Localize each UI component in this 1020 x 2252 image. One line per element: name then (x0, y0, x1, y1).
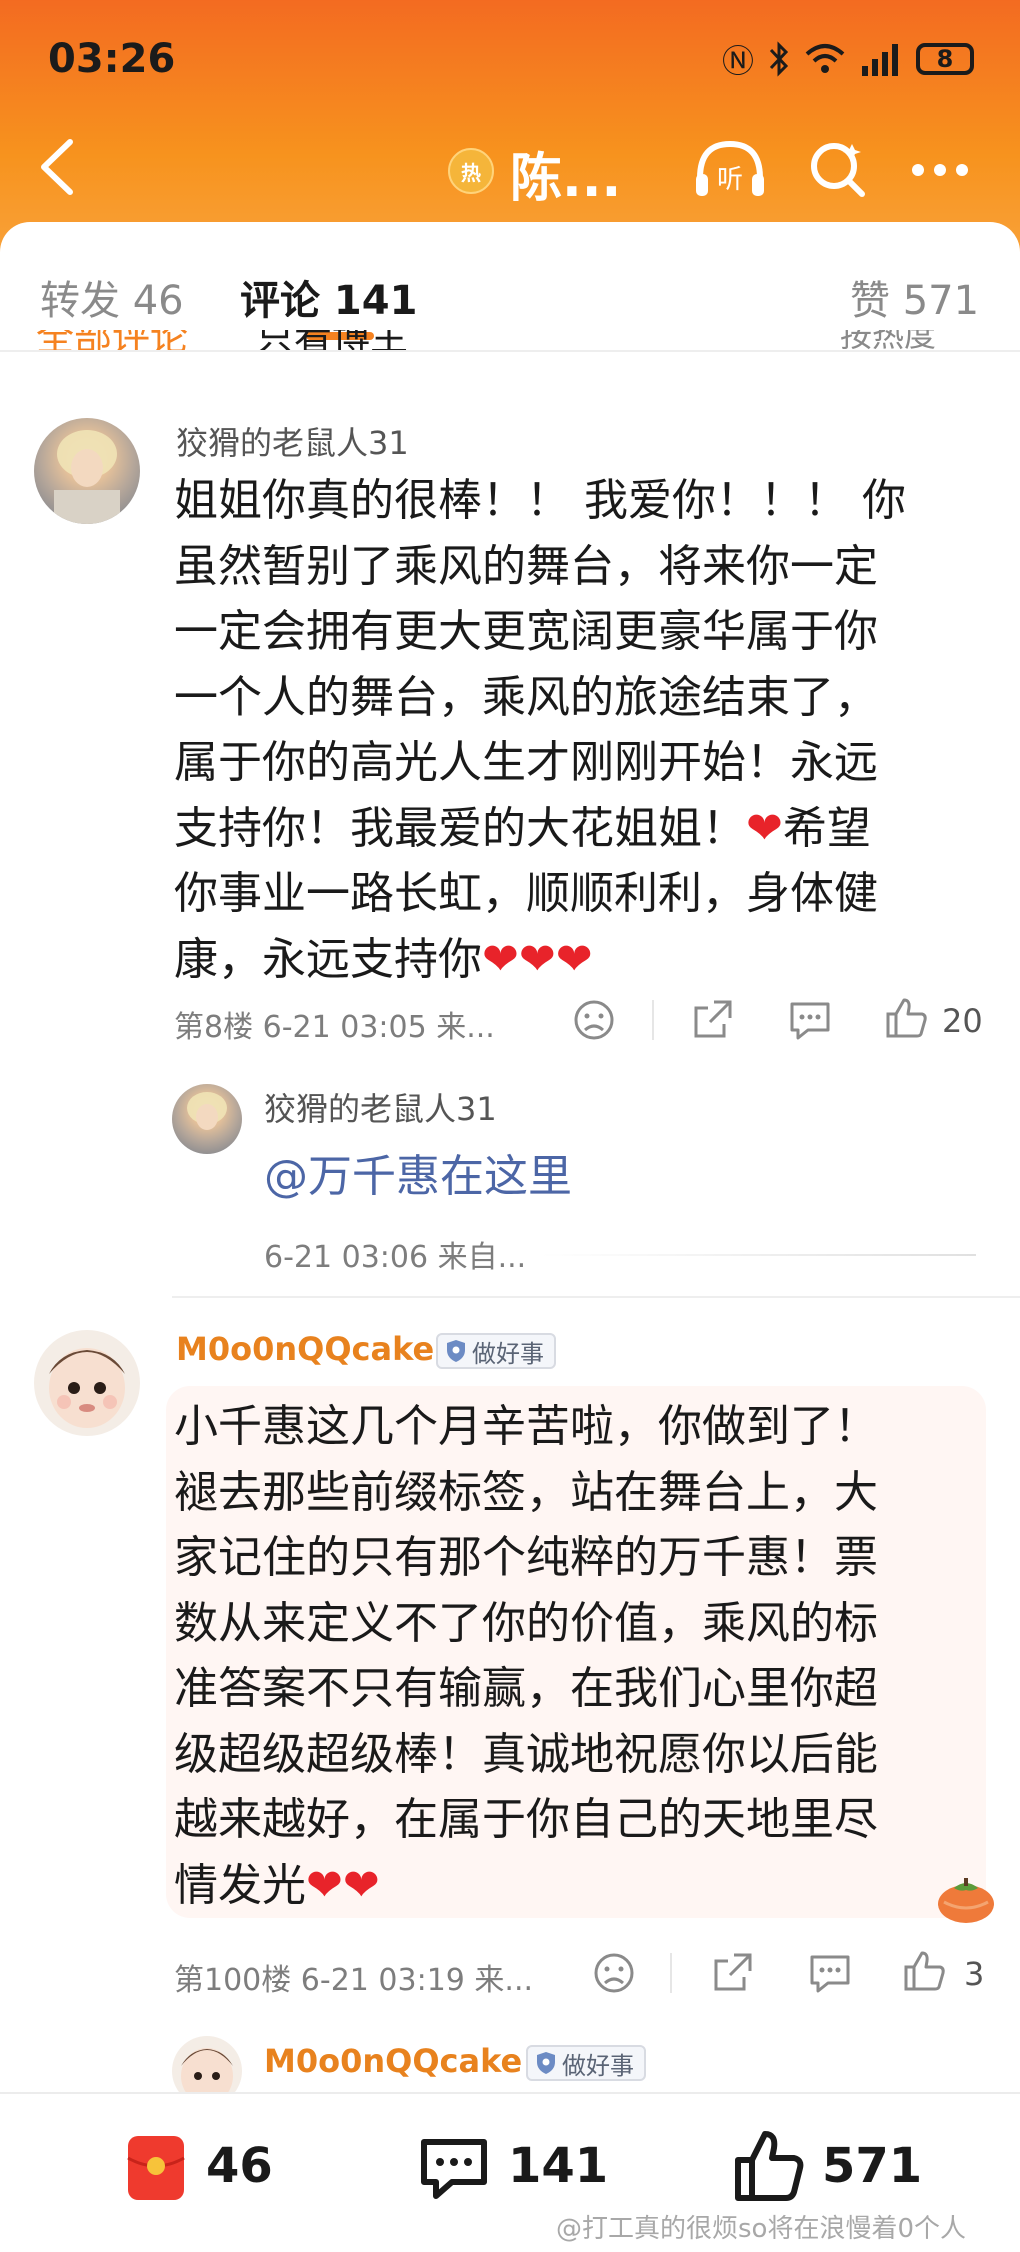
comment-username[interactable]: 狡猾的老鼠人31 (176, 418, 409, 464)
comment-text: 姐姐你真的很棒！！ 我爱你！！！ 你 虽然暂别了乘风的舞台，将来你一定 一定会拥… (174, 475, 906, 985)
tab-likes[interactable]: 赞 571 (850, 268, 979, 326)
status-bar: 03:26 Ⓝ 8 (0, 0, 1020, 110)
share-icon[interactable] (708, 1949, 756, 1997)
reply-meta: 6-21 03:06 来自... (264, 1240, 527, 1275)
tab-repost[interactable]: 转发 46 (40, 268, 184, 326)
avatar[interactable] (34, 1330, 140, 1436)
page-title[interactable]: 陈... (510, 136, 621, 211)
reply-avatar[interactable] (172, 1084, 242, 1154)
avatar[interactable] (34, 418, 140, 524)
comment-meta: 第8楼 6-21 03:05 来... (174, 1010, 495, 1045)
like-total-count[interactable]: 571 (822, 2138, 922, 2194)
shield-icon (447, 1340, 465, 1362)
bluetooth-icon (769, 41, 789, 77)
comment-text: 小千惠这几个月辛苦啦，你做到了！ 褪去那些前缀标签，站在舞台上，大 家记住的只有… (174, 1401, 878, 1911)
shield-icon (537, 2052, 555, 2074)
separator (670, 1953, 672, 1993)
back-arrow-icon[interactable] (30, 132, 84, 202)
like-icon[interactable] (900, 1947, 948, 1995)
like-count: 3 (964, 1955, 985, 1993)
status-time: 03:26 (48, 36, 176, 82)
wifi-icon (805, 44, 845, 73)
like-count: 20 (942, 1002, 983, 1040)
repost-count[interactable]: 46 (206, 2138, 273, 2194)
comment-username[interactable]: M0o0nQQcake (176, 1330, 434, 1368)
hot-badge-icon: 热 (448, 148, 494, 194)
divider (172, 1296, 1020, 1298)
comment-count[interactable]: 141 (508, 2138, 608, 2194)
comment-bubble-icon[interactable] (418, 2134, 490, 2204)
reply-fade-line (540, 1254, 976, 1256)
status-icons: Ⓝ 8 (722, 34, 974, 84)
thumbs-up-icon[interactable] (732, 2126, 806, 2206)
like-icon[interactable] (882, 994, 930, 1042)
reply-username[interactable]: 狡猾的老鼠人31 (264, 1084, 497, 1130)
search-icon[interactable] (806, 134, 870, 204)
good-deed-badge[interactable]: 做好事 (436, 1333, 556, 1369)
reply-username[interactable]: M0o0nQQcake (264, 2042, 522, 2080)
comment-icon[interactable] (786, 996, 834, 1044)
svg-text:听: 听 (717, 165, 743, 195)
filter-all-comments[interactable]: 全部评论 (36, 330, 188, 352)
signal-icon (862, 44, 898, 76)
badge-label: 做好事 (562, 2051, 634, 2080)
nav-bar: 热 陈... 听 (0, 118, 1020, 218)
tab-comments[interactable]: 评论 141 (240, 268, 417, 326)
separator (652, 1000, 654, 1040)
comment-filter-bar: 全部评论 只看博主 按热度 (0, 330, 1020, 352)
persimmon-sticker-icon (938, 1878, 994, 1923)
comment-icon[interactable] (806, 1949, 854, 1997)
nfc-icon: Ⓝ (721, 42, 754, 80)
listen-icon[interactable]: 听 (690, 134, 770, 204)
divider (0, 350, 1020, 352)
red-packet-repost-icon[interactable] (124, 2134, 188, 2202)
sort-by-hot[interactable]: 按热度 (840, 330, 936, 352)
dislike-face-icon[interactable] (590, 1949, 638, 1997)
share-icon[interactable] (688, 996, 736, 1044)
filter-op-only[interactable]: 只看博主 (256, 330, 408, 352)
reply-text[interactable]: @万千惠在这里 (264, 1140, 572, 1204)
dislike-face-icon[interactable] (570, 996, 618, 1044)
battery-icon: 8 (916, 43, 974, 75)
good-deed-badge[interactable]: 做好事 (526, 2045, 646, 2081)
comment-meta: 第100楼 6-21 03:19 来... (174, 1963, 534, 1998)
more-icon[interactable] (900, 134, 980, 204)
badge-label: 做好事 (472, 1339, 544, 1368)
watermark: @打工真的很烦so将在浪慢着0个人 (556, 2214, 966, 2244)
